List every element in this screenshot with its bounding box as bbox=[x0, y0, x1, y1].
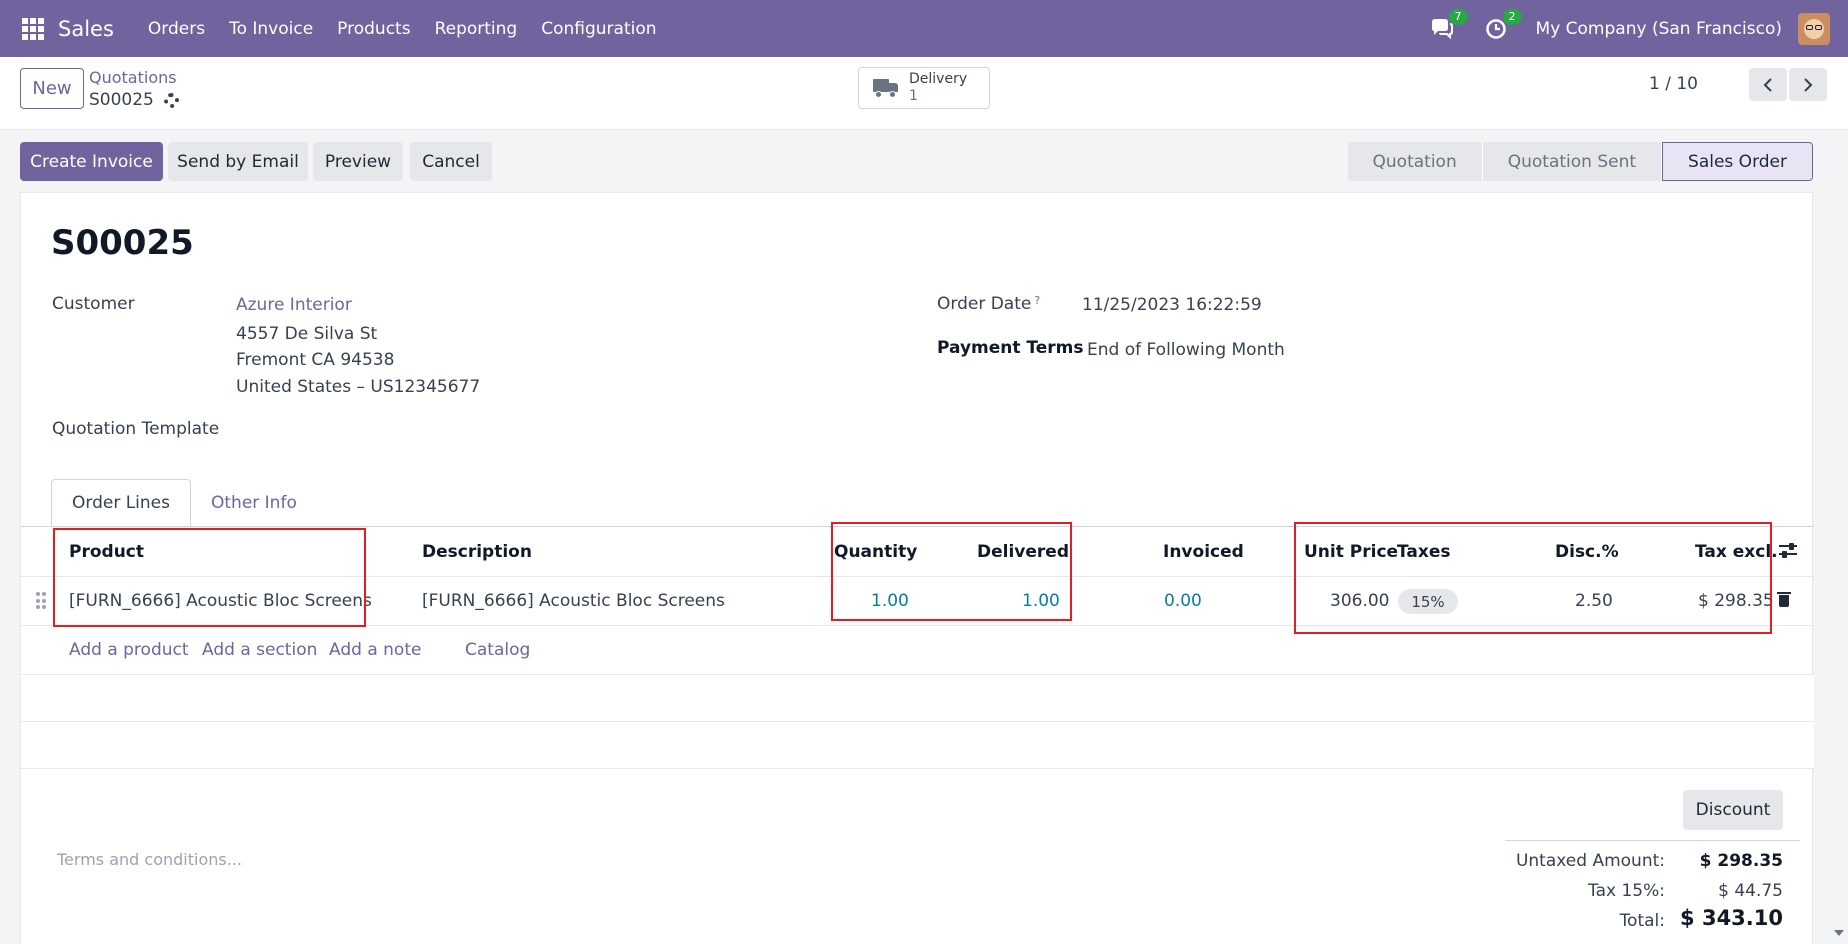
messages-button[interactable]: 7 bbox=[1428, 8, 1468, 43]
notebook-tabs: Order Lines Other Info bbox=[51, 479, 317, 527]
highlight-box-product bbox=[53, 528, 366, 627]
payment-terms-label: Payment Terms bbox=[937, 338, 1084, 358]
chevron-left-icon bbox=[1763, 77, 1772, 92]
activities-button[interactable]: 2 bbox=[1482, 8, 1522, 43]
order-date-value[interactable]: 11/25/2023 16:22:59 bbox=[1082, 295, 1262, 315]
user-avatar[interactable] bbox=[1798, 12, 1830, 45]
quotation-template-label: Quotation Template bbox=[52, 419, 220, 439]
untaxed-amount-value: $ 298.35 bbox=[1699, 851, 1783, 871]
pager-previous-button[interactable] bbox=[1749, 68, 1787, 101]
top-navbar: Sales Orders To Invoice Products Reporti… bbox=[0, 0, 1848, 57]
pager-value[interactable]: 1 / 10 bbox=[1649, 74, 1698, 94]
row-invoiced[interactable]: 0.00 bbox=[1164, 591, 1202, 611]
messages-count-badge: 7 bbox=[1448, 8, 1468, 25]
preview-button[interactable]: Preview bbox=[313, 142, 403, 181]
apps-menu-icon[interactable] bbox=[22, 17, 44, 40]
col-header-description[interactable]: Description bbox=[422, 542, 532, 562]
order-date-help-icon[interactable]: ? bbox=[1034, 294, 1040, 307]
discount-button[interactable]: Discount bbox=[1683, 790, 1783, 830]
customer-address-line1: 4557 De Silva St bbox=[236, 324, 378, 344]
customer-name-link[interactable]: Azure Interior bbox=[236, 295, 352, 315]
delivery-smart-button[interactable]: Delivery 1 bbox=[858, 67, 990, 109]
tab-order-lines[interactable]: Order Lines bbox=[51, 479, 191, 527]
app-name[interactable]: Sales bbox=[58, 17, 114, 41]
delivery-count: 1 bbox=[909, 88, 918, 104]
column-settings-icon[interactable] bbox=[1779, 542, 1797, 558]
chevron-right-icon bbox=[1804, 77, 1813, 92]
add-product-link[interactable]: Add a product bbox=[69, 640, 189, 660]
status-sales-order[interactable]: Sales Order bbox=[1662, 142, 1813, 181]
truck-icon bbox=[873, 79, 899, 98]
activities-count-badge: 2 bbox=[1502, 8, 1522, 25]
tab-other-info[interactable]: Other Info bbox=[191, 479, 317, 527]
record-title: S00025 bbox=[51, 223, 194, 263]
scroll-down-arrow[interactable] bbox=[1834, 930, 1844, 936]
status-quotation-sent[interactable]: Quotation Sent bbox=[1482, 142, 1663, 181]
highlight-box-pricing bbox=[1294, 522, 1772, 634]
add-note-link[interactable]: Add a note bbox=[329, 640, 421, 660]
customer-label: Customer bbox=[52, 294, 135, 314]
status-quotation[interactable]: Quotation bbox=[1347, 142, 1483, 181]
highlight-box-quantities bbox=[831, 522, 1072, 621]
empty-table-row bbox=[21, 675, 1814, 722]
create-invoice-button[interactable]: Create Invoice bbox=[20, 142, 163, 181]
delivery-label: Delivery bbox=[909, 71, 968, 87]
new-button[interactable]: New bbox=[20, 68, 84, 109]
add-section-link[interactable]: Add a section bbox=[202, 640, 317, 660]
send-by-email-button[interactable]: Send by Email bbox=[168, 142, 308, 181]
breadcrumb-quotations[interactable]: Quotations bbox=[89, 68, 177, 87]
customer-address-line3: United States – US12345677 bbox=[236, 377, 481, 397]
catalog-link[interactable]: Catalog bbox=[465, 640, 530, 660]
total-value: $ 343.10 bbox=[1680, 906, 1783, 930]
control-panel: New Quotations S00025 Delivery 1 1 / 10 bbox=[0, 57, 1848, 130]
nav-configuration[interactable]: Configuration bbox=[541, 19, 656, 39]
company-switcher[interactable]: My Company (San Francisco) bbox=[1536, 19, 1782, 39]
breadcrumb-current-label: S00025 bbox=[89, 90, 154, 110]
terms-conditions-input[interactable]: Terms and conditions... bbox=[57, 850, 242, 869]
breadcrumb-current: S00025 bbox=[89, 90, 179, 110]
col-header-invoiced[interactable]: Invoiced bbox=[1163, 542, 1244, 562]
tax-value: $ 44.75 bbox=[1718, 881, 1783, 901]
cancel-button[interactable]: Cancel bbox=[410, 142, 492, 181]
order-date-label-text: Order Date bbox=[937, 294, 1032, 314]
status-bar: Quotation Quotation Sent Sales Order bbox=[1347, 142, 1813, 181]
pager-next-button[interactable] bbox=[1789, 68, 1827, 101]
empty-table-row bbox=[21, 722, 1814, 769]
nav-reporting[interactable]: Reporting bbox=[435, 19, 518, 39]
row-drag-handle[interactable] bbox=[36, 592, 46, 610]
trash-icon[interactable] bbox=[1777, 592, 1791, 607]
row-description[interactable]: [FURN_6666] Acoustic Bloc Screens bbox=[422, 591, 725, 611]
payment-terms-value[interactable]: End of Following Month bbox=[1087, 340, 1285, 360]
totals-divider bbox=[1505, 840, 1800, 841]
customer-address-line2: Fremont CA 94538 bbox=[236, 350, 395, 370]
gear-icon[interactable] bbox=[163, 92, 179, 108]
nav-products[interactable]: Products bbox=[337, 19, 410, 39]
order-date-label: Order Date? bbox=[937, 294, 1040, 314]
nav-to-invoice[interactable]: To Invoice bbox=[229, 19, 313, 39]
nav-orders[interactable]: Orders bbox=[148, 19, 205, 39]
